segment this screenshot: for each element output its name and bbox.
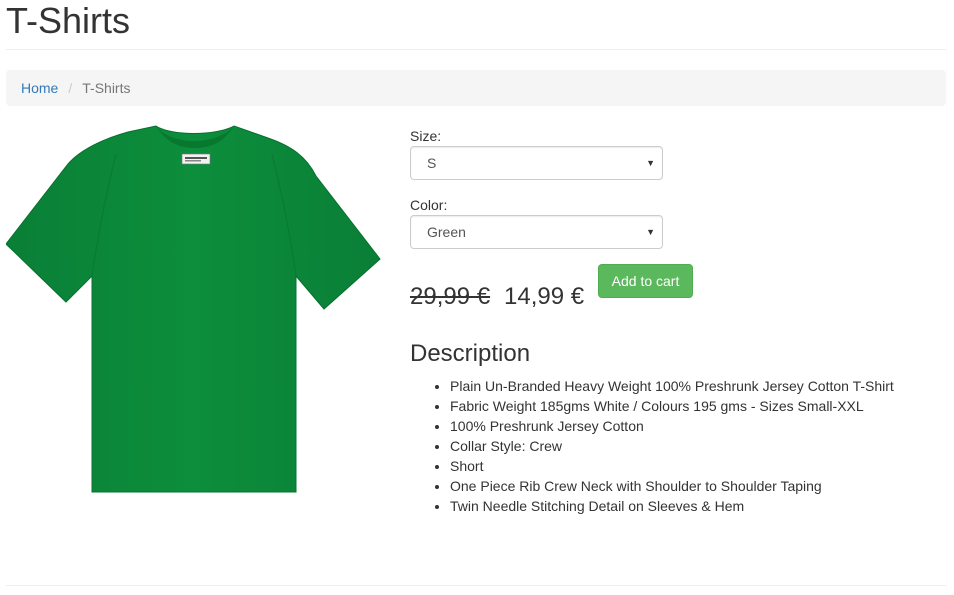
- green-tshirt-icon: [5, 125, 381, 493]
- size-label: Size:: [410, 128, 442, 144]
- breadcrumb-current: T-Shirts: [82, 80, 131, 96]
- page-title: T-Shirts: [6, 0, 131, 41]
- list-item: One Piece Rib Crew Neck with Shoulder to…: [450, 476, 894, 496]
- sale-price: 14,99 €: [504, 283, 585, 310]
- description-list: Plain Un-Branded Heavy Weight 100% Presh…: [450, 376, 894, 516]
- add-to-cart-button[interactable]: Add to cart: [598, 264, 693, 298]
- original-price: 29,99 €: [410, 283, 491, 310]
- list-item: Short: [450, 456, 894, 476]
- chevron-down-icon: ▼: [646, 227, 655, 237]
- breadcrumb-separator: /: [68, 80, 73, 96]
- list-item: Fabric Weight 185gms White / Colours 195…: [450, 396, 894, 416]
- list-item: 100% Preshrunk Jersey Cotton: [450, 416, 894, 436]
- page: T-Shirts Home / T-Shirts Size: S ▼ Color…: [0, 0, 954, 595]
- color-select[interactable]: Green ▼: [410, 215, 663, 249]
- size-selected-value: S: [427, 155, 437, 171]
- color-label: Color:: [410, 197, 448, 213]
- list-item: Plain Un-Branded Heavy Weight 100% Presh…: [450, 376, 894, 396]
- footer-divider: [6, 585, 946, 586]
- title-divider: [6, 49, 946, 50]
- list-item: Collar Style: Crew: [450, 436, 894, 456]
- breadcrumb-home-link[interactable]: Home: [21, 80, 58, 96]
- list-item: Twin Needle Stitching Detail on Sleeves …: [450, 496, 894, 516]
- breadcrumb: Home / T-Shirts: [6, 70, 946, 106]
- chevron-down-icon: ▼: [646, 158, 655, 168]
- description-title: Description: [410, 340, 531, 367]
- color-selected-value: Green: [427, 224, 466, 240]
- product-image: [5, 124, 381, 496]
- size-select[interactable]: S ▼: [410, 146, 663, 180]
